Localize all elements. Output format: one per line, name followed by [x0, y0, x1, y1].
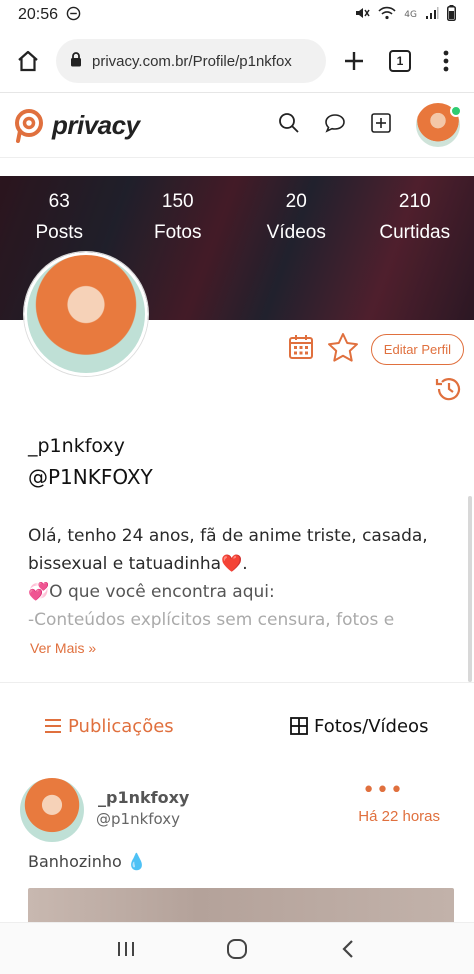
stat-label: Vídeos [266, 222, 326, 243]
more-vertical-icon [443, 50, 449, 72]
new-post-icon[interactable] [370, 112, 392, 138]
content-tabs: Publicações Fotos/Vídeos [0, 708, 474, 744]
profile-actions: Editar Perfil [287, 332, 464, 366]
stat-videos[interactable]: 20 Vídeos [237, 190, 356, 248]
bio-line: bissexual e tatuadinha❤️. [28, 554, 248, 574]
system-nav-bar [0, 922, 474, 974]
stat-value: 63 [48, 191, 70, 212]
stat-value: 20 [285, 191, 307, 212]
stat-likes[interactable]: 210 Curtidas [356, 190, 474, 248]
tab-switcher-button[interactable]: 1 [382, 43, 418, 79]
chat-icon[interactable] [324, 112, 346, 138]
status-bar: 20:56 4G [0, 0, 474, 30]
back-icon [342, 939, 354, 958]
plus-icon [345, 52, 363, 70]
history-icon[interactable] [434, 374, 464, 408]
profile-avatar[interactable] [24, 252, 148, 376]
browser-toolbar: privacy.com.br/Profile/p1nkfox 1 [0, 30, 474, 92]
star-icon[interactable] [327, 332, 359, 366]
bio-line: 💞O que você encontra aqui: [28, 582, 275, 602]
user-avatar[interactable] [416, 103, 462, 147]
profile-handle: @P1NKFOXY [28, 465, 153, 489]
dnd-icon [66, 6, 81, 25]
back-button[interactable] [328, 929, 368, 969]
stat-label: Posts [35, 222, 84, 243]
search-icon[interactable] [278, 112, 300, 138]
battery-icon [447, 5, 456, 25]
stat-posts[interactable]: 63 Posts [0, 190, 119, 248]
browser-menu-button[interactable] [428, 43, 464, 79]
new-tab-button[interactable] [336, 43, 372, 79]
privacy-logo[interactable]: privacy [12, 107, 140, 143]
home-circle-icon [226, 938, 247, 959]
grid-icon [290, 717, 308, 735]
app-header: privacy [0, 92, 474, 158]
recent-apps-button[interactable] [106, 929, 146, 969]
profile-stats: 63 Posts 150 Fotos 20 Vídeos 210 Curtida… [0, 190, 474, 248]
edit-profile-button[interactable]: Editar Perfil [370, 333, 464, 365]
bio-line: -Conteúdos explícitos sem censura, fotos… [28, 610, 395, 628]
tab-media[interactable]: Fotos/Vídeos [290, 716, 428, 737]
clock: 20:56 [18, 6, 59, 23]
home-button[interactable] [10, 43, 46, 79]
post-author-handle: @p1nkfoxy [96, 810, 181, 828]
address-bar[interactable]: privacy.com.br/Profile/p1nkfox [56, 39, 326, 83]
display-name: _p1nkfoxy [28, 435, 125, 457]
post-options-button[interactable]: ••• [362, 778, 404, 803]
online-indicator [450, 105, 462, 117]
menu-icon [45, 719, 61, 733]
home-icon [18, 50, 38, 72]
tab-count: 1 [389, 50, 411, 72]
stat-label: Fotos [153, 222, 202, 243]
tab-label: Publicações [68, 715, 174, 737]
post-avatar[interactable] [20, 778, 84, 842]
stat-label: Curtidas [379, 222, 451, 243]
divider [0, 682, 474, 683]
profile-names: _p1nkfoxy @P1NKFOXY [28, 432, 153, 494]
home-nav-button[interactable] [217, 929, 257, 969]
stat-value: 210 [398, 191, 431, 212]
mute-icon [354, 5, 370, 25]
url-text: privacy.com.br/Profile/p1nkfox [92, 52, 292, 70]
logo-text: privacy [52, 109, 140, 140]
stat-photos[interactable]: 150 Fotos [119, 190, 238, 248]
post-author-name[interactable]: _p1nkfoxy [98, 788, 189, 807]
see-more-link[interactable]: Ver Mais » [30, 640, 96, 656]
profile-bio: Olá, tenho 24 anos, fã de anime triste, … [28, 522, 458, 628]
wifi-icon [378, 6, 396, 24]
post-caption: Banhozinho 💧 [28, 852, 147, 871]
post-header: _p1nkfoxy @p1nkfoxy ••• Há 22 horas [20, 778, 460, 842]
recents-icon [117, 941, 134, 956]
tab-label: Fotos/Vídeos [314, 715, 429, 737]
scrollbar[interactable] [468, 496, 472, 682]
signal-icon [425, 6, 439, 24]
lock-icon [70, 51, 82, 71]
tab-publications[interactable]: Publicações [44, 716, 174, 737]
stat-value: 150 [161, 191, 194, 212]
calendar-icon[interactable] [287, 333, 315, 365]
network-type: 4G [404, 10, 417, 20]
bio-line: Olá, tenho 24 anos, fã de anime triste, … [28, 526, 428, 546]
post-time: Há 22 horas [358, 808, 440, 825]
privacy-logo-icon [15, 109, 43, 143]
